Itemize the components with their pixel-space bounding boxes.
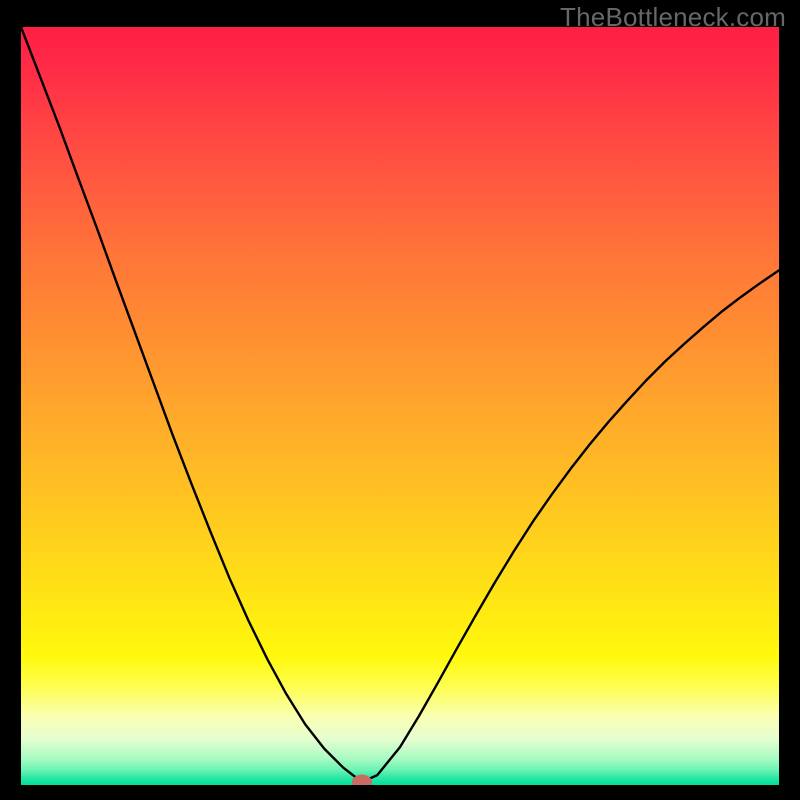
bottleneck-curve	[21, 27, 779, 785]
watermark-text: TheBottleneck.com	[560, 2, 786, 33]
minimum-marker	[352, 774, 372, 785]
chart-frame: TheBottleneck.com	[0, 0, 800, 800]
plot-area	[21, 27, 779, 785]
